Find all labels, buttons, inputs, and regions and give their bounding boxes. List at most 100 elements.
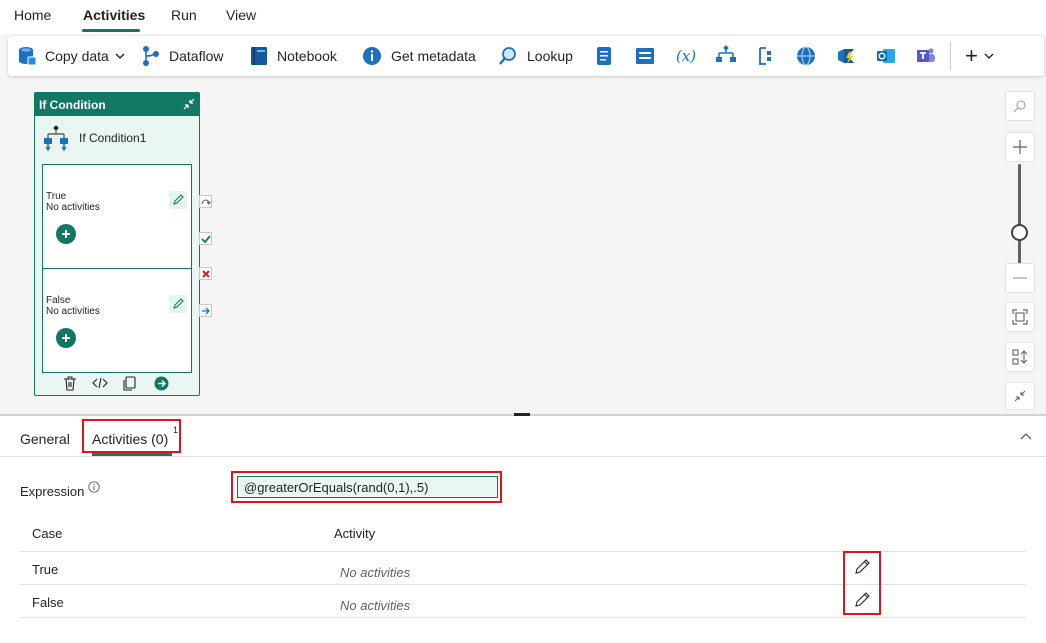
copy-icon[interactable] <box>122 376 136 391</box>
menu-run[interactable]: Run <box>171 7 197 23</box>
completion-port[interactable] <box>199 304 212 317</box>
true-branch[interactable]: True No activities <box>42 164 192 269</box>
zoom-in-button[interactable] <box>1005 132 1035 162</box>
success-port[interactable] <box>199 232 212 245</box>
database-icon <box>19 47 36 66</box>
foreach-icon <box>759 47 771 65</box>
expression-label: Expression <box>20 484 85 499</box>
active-menu-indicator <box>82 29 140 32</box>
chevron-down-icon <box>115 53 125 59</box>
dataflow-button[interactable]: Dataflow <box>142 36 223 76</box>
node-actions <box>35 374 199 394</box>
row-true-case: True <box>32 562 59 577</box>
tab-annotation-badge: 1 <box>173 425 179 435</box>
azure-function-button[interactable] <box>836 36 858 76</box>
outlook-icon <box>877 49 895 63</box>
pipeline-canvas[interactable]: If Condition If Condition1 True No activ… <box>0 82 1046 414</box>
if-condition-node[interactable]: If Condition If Condition1 True No activ… <box>34 92 200 396</box>
panel-divider <box>0 456 1046 457</box>
zoom-out-button[interactable] <box>1005 263 1035 293</box>
arrow-right-icon <box>201 307 210 314</box>
tab-activities[interactable]: Activities (0) <box>92 431 168 447</box>
auto-align-button[interactable] <box>1005 342 1035 372</box>
node-header: If Condition <box>35 93 199 116</box>
dataflow-icon <box>143 46 159 66</box>
checkmark-icon <box>200 234 211 243</box>
switch-button[interactable] <box>715 36 737 76</box>
lookup-label: Lookup <box>527 48 573 64</box>
search-icon <box>1013 100 1026 113</box>
more-activities-button[interactable]: + <box>965 36 994 76</box>
menu-view[interactable]: View <box>226 7 256 23</box>
x-icon <box>201 269 210 278</box>
failure-port[interactable] <box>199 267 212 280</box>
false-branch-status: No activities <box>46 306 100 317</box>
script-icon <box>597 47 611 65</box>
true-branch-status: No activities <box>46 202 100 213</box>
node-title: If Condition1 <box>43 125 146 151</box>
lookup-button[interactable]: Lookup <box>498 36 573 76</box>
expression-variable-icon: (x) <box>676 47 696 65</box>
chevron-down-icon <box>984 53 994 59</box>
get-metadata-label: Get metadata <box>391 48 476 64</box>
lookup-icon <box>499 47 516 65</box>
delete-icon[interactable] <box>63 376 77 391</box>
skip-icon <box>200 199 211 205</box>
set-variable-button[interactable] <box>635 36 655 76</box>
fit-to-screen-button[interactable] <box>1005 302 1035 332</box>
skip-port[interactable] <box>199 195 212 208</box>
row-true-activity: No activities <box>340 565 411 580</box>
web-button[interactable] <box>796 36 816 76</box>
true-branch-label: True <box>46 191 67 202</box>
svg-text:(x): (x) <box>676 47 696 65</box>
plus-icon: + <box>965 43 978 68</box>
toolbar-area: Copy data Dataflow Notebook Get metadata… <box>0 34 1046 82</box>
toolbar-separator <box>950 42 951 70</box>
foreach-button[interactable] <box>757 36 775 76</box>
chevron-up-icon[interactable] <box>1019 431 1033 441</box>
expression-variable-button[interactable]: (x) <box>675 36 697 76</box>
add-true-activity-button[interactable] <box>56 224 76 244</box>
info-circle-icon <box>363 47 381 65</box>
row-false-case: False <box>32 595 64 610</box>
false-branch-label: False <box>46 295 71 306</box>
info-icon[interactable] <box>88 481 100 493</box>
zoom-slider-track[interactable] <box>1018 164 1021 264</box>
plus-icon <box>62 230 70 238</box>
notebook-button[interactable]: Notebook <box>250 36 337 76</box>
notebook-icon <box>251 47 267 65</box>
pencil-icon <box>173 298 184 309</box>
edit-buttons-highlight-box <box>843 551 881 615</box>
get-metadata-button[interactable]: Get metadata <box>362 36 476 76</box>
code-icon[interactable] <box>92 376 108 390</box>
arrow-right-circle-icon[interactable] <box>154 376 169 391</box>
expression-input[interactable] <box>237 476 498 498</box>
fit-screen-icon <box>1012 309 1028 325</box>
tab-general[interactable]: General <box>20 431 70 447</box>
edit-true-branch-button[interactable] <box>169 191 187 209</box>
script-button[interactable] <box>595 36 613 76</box>
collapse-icon[interactable] <box>182 97 196 111</box>
set-variable-icon <box>636 48 654 64</box>
node-header-title: If Condition <box>39 98 106 112</box>
notebook-label: Notebook <box>277 48 337 64</box>
false-branch[interactable]: False No activities <box>42 268 192 373</box>
plus-icon <box>62 334 70 342</box>
auto-align-icon <box>1012 349 1028 365</box>
row-false-activity: No activities <box>340 598 411 613</box>
zoom-slider-thumb[interactable] <box>1011 224 1028 241</box>
activity-column-header: Activity <box>334 526 376 541</box>
menu-activities[interactable]: Activities <box>83 7 145 23</box>
menu-home[interactable]: Home <box>14 7 51 23</box>
copy-data-button[interactable]: Copy data <box>18 36 125 76</box>
expand-canvas-button[interactable] <box>1005 382 1035 410</box>
switch-icon <box>716 45 736 62</box>
pencil-icon <box>173 194 184 205</box>
add-false-activity-button[interactable] <box>56 328 76 348</box>
outlook-button[interactable] <box>876 36 896 76</box>
teams-button[interactable] <box>916 36 936 76</box>
case-column-header: Case <box>32 526 63 541</box>
search-canvas-button[interactable] <box>1005 91 1035 121</box>
edit-false-branch-button[interactable] <box>169 295 187 313</box>
node-name: If Condition1 <box>79 131 147 145</box>
